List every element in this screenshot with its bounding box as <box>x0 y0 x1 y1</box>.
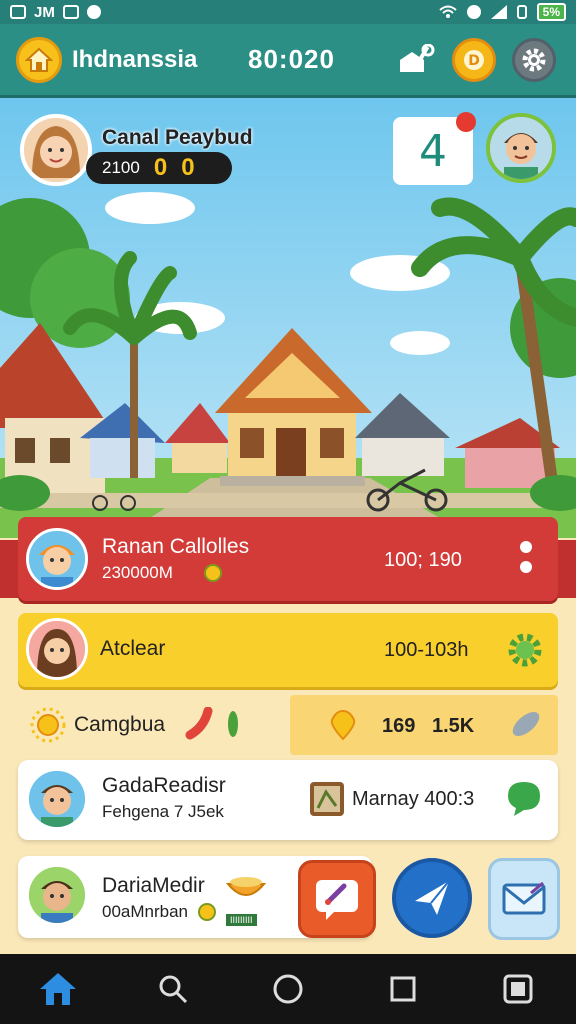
row-title: DariaMedir <box>102 874 205 897</box>
row-value: Marnay 400:3 <box>352 788 475 810</box>
notification-icon <box>10 5 26 19</box>
location-pin-icon <box>330 709 356 741</box>
score-value: 2100 <box>102 158 140 177</box>
sun-icon <box>30 707 66 743</box>
nav-home[interactable] <box>34 965 82 1013</box>
chat-button[interactable] <box>298 860 376 938</box>
screenshot-icon <box>503 974 533 1004</box>
location-icon <box>86 5 101 19</box>
signal-icon <box>490 5 507 19</box>
row-avatar <box>26 768 88 830</box>
edit-chat-icon <box>316 880 358 920</box>
category-row: Camgbua 169 1.5K <box>18 695 558 755</box>
row-tag: IIIIIIIII <box>226 914 257 926</box>
build-button[interactable] <box>394 38 438 82</box>
gear-icon[interactable] <box>506 631 544 669</box>
status-left-text: JM <box>34 3 55 21</box>
square-icon <box>390 976 416 1002</box>
counter-a: 0 <box>153 154 168 181</box>
coin-icon: D <box>464 50 484 70</box>
row-value: 100-103h <box>384 639 469 661</box>
mail-button[interactable] <box>488 858 560 940</box>
circle-home-icon <box>273 974 303 1004</box>
level-number: 4 <box>419 125 447 177</box>
notification-badge <box>456 112 476 132</box>
send-button[interactable] <box>392 858 472 938</box>
category-value-b: 1.5K <box>432 715 475 737</box>
row-value: 100; 190 <box>384 549 462 571</box>
status-bar: JM 5% <box>0 0 576 24</box>
bowl-icon <box>225 877 267 896</box>
player-face <box>24 118 88 182</box>
boy-face <box>29 771 85 827</box>
row-title: Atclear <box>100 637 166 660</box>
message-icon <box>62 5 79 19</box>
row-sub: Fehgena 7 J5ek <box>102 802 224 821</box>
svg-text:D: D <box>468 53 480 69</box>
home-icon <box>39 973 76 1005</box>
wifi-icon <box>438 5 457 18</box>
house-icon <box>25 47 53 72</box>
alarm-icon <box>466 5 481 19</box>
nav-circle[interactable] <box>264 965 312 1013</box>
row-avatar <box>26 528 88 590</box>
game-timer: 80:020 <box>248 44 335 74</box>
gear-icon <box>522 48 546 72</box>
chili-icon <box>185 707 213 740</box>
settings-button[interactable] <box>512 38 556 82</box>
girl-face <box>29 621 85 677</box>
category-value-a: 169 <box>382 715 416 737</box>
chat-bubble-icon[interactable] <box>504 778 544 818</box>
nav-screenshot[interactable] <box>494 965 542 1013</box>
envelope-icon <box>502 881 546 915</box>
player-avatar[interactable] <box>20 114 92 186</box>
row-title: Ranan Callolles <box>102 535 250 558</box>
region-name: Ihdnanssia <box>72 45 198 73</box>
hammer-house-icon <box>400 44 435 72</box>
paper-plane-icon <box>415 880 450 915</box>
row-title: GadaReadisr <box>102 774 226 797</box>
battery-indicator: 5% <box>536 3 566 21</box>
row-avatar <box>26 864 88 926</box>
top-bar: Ihdnanssia 80:020 D <box>0 24 576 98</box>
map-icon <box>310 782 344 816</box>
check-icon <box>204 564 222 582</box>
boy-face <box>29 531 85 587</box>
feather-icon[interactable] <box>506 705 546 743</box>
friend-face <box>490 117 552 179</box>
coin-shop-button[interactable]: D <box>452 38 496 82</box>
check-icon <box>198 903 216 921</box>
row-sub: 230000M <box>102 563 173 582</box>
sim-icon <box>516 5 527 19</box>
boy-face <box>29 867 85 923</box>
search-icon <box>159 975 187 1004</box>
more-menu-icon[interactable] <box>520 541 534 579</box>
row-avatar <box>26 618 88 680</box>
leaf-icon <box>228 711 238 737</box>
home-button[interactable] <box>16 36 62 83</box>
player-score: 2100 0 0 <box>86 152 232 184</box>
navigation-bar <box>0 954 576 1024</box>
counter-b: 0 <box>181 154 195 181</box>
list-item[interactable]: GadaReadisr Fehgena 7 J5ek Marnay 400:3 <box>18 760 558 840</box>
category-title: Camgbua <box>74 713 166 736</box>
list-item[interactable]: Atclear 100-103h <box>18 613 558 687</box>
nav-recents[interactable] <box>379 965 427 1013</box>
player-name: Canal Peaybud <box>102 126 253 149</box>
friend-avatar[interactable] <box>486 113 556 183</box>
list-item[interactable]: Ranan Callolles 230000M 100; 190 <box>18 517 558 601</box>
row-sub: 00aMnrban <box>102 902 189 921</box>
nav-search[interactable] <box>149 965 197 1013</box>
